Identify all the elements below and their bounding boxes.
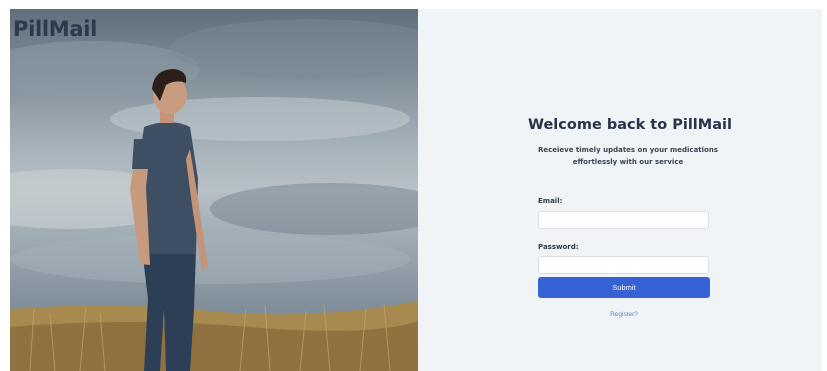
page-subtitle: Receieve timely updates on your medicati… (528, 144, 728, 168)
email-label: Email: (538, 197, 563, 205)
submit-button[interactable]: Submit (538, 277, 710, 298)
subtitle-line-1: Receieve timely updates on your medicati… (537, 146, 719, 154)
hero-photo (10, 19, 418, 371)
password-label: Password: (538, 243, 579, 251)
email-field[interactable] (538, 211, 709, 229)
subtitle-line-2: effortlessly with our service (572, 158, 684, 166)
login-panel: Welcome back to PillMail Receieve timely… (418, 9, 822, 371)
page-title: Welcome back to PillMail (528, 117, 732, 133)
password-field[interactable] (538, 256, 709, 274)
brand-logo-text: PillMail (13, 17, 98, 41)
page-frame: PillMail Welcome back to PillMail Receie… (10, 9, 822, 371)
hero-image-panel: PillMail (10, 9, 418, 371)
register-link[interactable]: Register? (538, 311, 710, 318)
